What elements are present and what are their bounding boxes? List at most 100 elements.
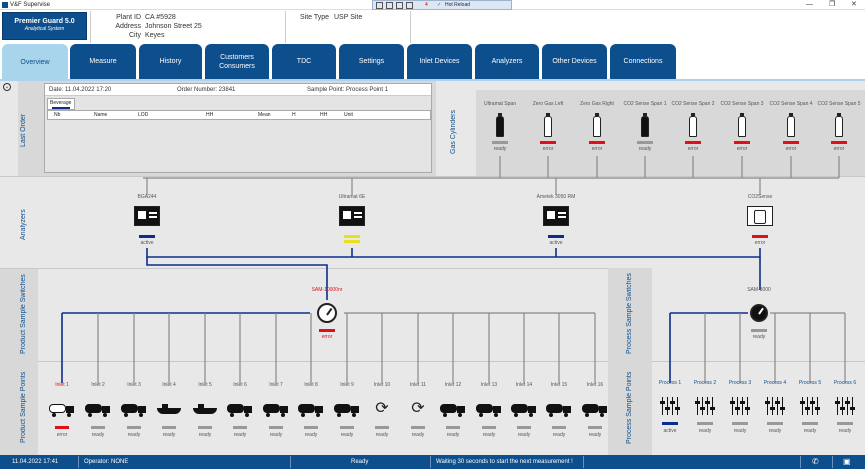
gas-cylinder-icon[interactable] xyxy=(496,113,504,137)
product-sample-point-status: ready xyxy=(127,432,141,438)
tractor-icon[interactable] xyxy=(227,399,253,419)
mixer-slider-icon[interactable] xyxy=(660,396,681,416)
gas-cylinder-status-indicator xyxy=(492,141,508,144)
gas-cylinder-status-indicator xyxy=(540,141,556,144)
process-sample-point-status-indicator xyxy=(767,422,783,425)
product-sample-point-label: Inlet 1 xyxy=(55,382,69,388)
analyzer-icon[interactable] xyxy=(747,206,773,226)
gas-cylinder-status: error xyxy=(687,146,699,152)
gas-cylinder-icon[interactable] xyxy=(689,113,697,137)
truck-icon[interactable] xyxy=(582,399,608,419)
product-sample-point-label: Inlet 5 xyxy=(198,382,212,388)
product-sample-point-label: Inlet 13 xyxy=(480,382,498,388)
product-sample-point-label: Inlet 14 xyxy=(515,382,533,388)
product-sample-point-status-indicator xyxy=(411,426,425,429)
train-icon[interactable] xyxy=(263,399,289,419)
process-sample-point-status-indicator xyxy=(732,422,748,425)
gas-cylinder-status-indicator xyxy=(589,141,605,144)
process-sample-point-status: ready xyxy=(698,428,712,434)
gas-cylinder-status-indicator xyxy=(685,141,701,144)
process-sample-point-status-indicator xyxy=(802,422,818,425)
analyzer-icon[interactable] xyxy=(134,206,160,226)
gas-cylinder-icon[interactable] xyxy=(593,113,601,137)
gas-cylinder-icon[interactable] xyxy=(738,113,746,137)
analyzer-status-indicator xyxy=(548,235,564,238)
analyzer-label: BGA244 xyxy=(137,194,157,200)
product-sample-point-label: Inlet 8 xyxy=(304,382,318,388)
truck-icon[interactable] xyxy=(85,399,111,419)
recycle-icon[interactable]: ⟳ xyxy=(405,399,431,419)
ship-icon[interactable] xyxy=(156,399,182,419)
analyzer-status: error xyxy=(754,240,766,246)
process-switch-status: ready xyxy=(752,334,766,340)
product-sample-point-status: ready xyxy=(233,432,247,438)
product-sample-point-label: Inlet 6 xyxy=(233,382,247,388)
process-switch-status-indicator xyxy=(751,329,767,332)
product-sample-point-status: ready xyxy=(517,432,531,438)
gas-cylinder-status: error xyxy=(591,146,603,152)
recycle-icon[interactable]: ⟳ xyxy=(369,399,395,419)
product-sample-point-status-indicator xyxy=(446,426,460,429)
gas-cylinder-status: ready xyxy=(493,146,507,152)
product-sample-point-status: ready xyxy=(340,432,354,438)
process-sample-point-status: active xyxy=(663,428,677,434)
status-state: Ready xyxy=(351,459,369,465)
mixer-slider-icon[interactable] xyxy=(800,396,821,416)
analyzer-icon[interactable] xyxy=(543,206,569,226)
tanker-truck-icon[interactable] xyxy=(298,399,324,419)
product-sample-point-status-indicator xyxy=(269,426,283,429)
analyzer-status-indicator xyxy=(139,235,155,238)
rotary-switch-icon[interactable] xyxy=(750,304,768,322)
tanker-truck-icon[interactable] xyxy=(49,399,75,419)
analyzer-label: Ultramat 6E xyxy=(338,194,366,200)
process-sample-point-label: Process 6 xyxy=(833,380,857,386)
gas-cylinder-icon[interactable] xyxy=(544,113,552,137)
product-sample-point-label: Inlet 2 xyxy=(91,382,105,388)
product-sample-point-status-indicator xyxy=(198,426,212,429)
product-sample-point-status-indicator xyxy=(233,426,247,429)
product-sample-point-status: ready xyxy=(482,432,496,438)
process-switch-label: SAM-3000 xyxy=(747,287,771,293)
truck-icon[interactable] xyxy=(440,399,466,419)
mixer-slider-icon[interactable] xyxy=(695,396,716,416)
truck-icon[interactable] xyxy=(546,399,572,419)
analyzer-icon[interactable] xyxy=(339,206,365,226)
gas-cylinder-status: error xyxy=(785,146,797,152)
product-sample-point-status: ready xyxy=(552,432,566,438)
process-sample-point-status-indicator xyxy=(837,422,853,425)
process-sample-point-label: Process 2 xyxy=(693,380,717,386)
product-switch-status-indicator xyxy=(319,329,335,332)
save-icon[interactable]: ▣ xyxy=(843,455,851,469)
gas-cylinder-icon[interactable] xyxy=(787,113,795,137)
product-sample-point-label: Inlet 9 xyxy=(340,382,354,388)
gas-cylinder-status: error xyxy=(833,146,845,152)
product-sample-point-label: Inlet 11 xyxy=(409,382,427,388)
gas-cylinder-icon[interactable] xyxy=(641,113,649,137)
gas-cylinder-label: Zero Gas Left xyxy=(532,101,564,107)
product-sample-point-status-indicator xyxy=(482,426,496,429)
product-switch-status: error xyxy=(321,334,333,340)
product-sample-point-label: Inlet 4 xyxy=(162,382,176,388)
product-sample-point-status-indicator xyxy=(588,426,602,429)
ship-icon[interactable] xyxy=(192,399,218,419)
process-sample-point-status: ready xyxy=(803,428,817,434)
product-sample-point-status-indicator xyxy=(55,426,69,429)
tanker-truck-icon[interactable] xyxy=(121,399,147,419)
gas-cylinder-status: ready xyxy=(638,146,652,152)
product-sample-point-status-indicator xyxy=(91,426,105,429)
truck-icon[interactable] xyxy=(476,399,502,419)
process-sample-point-status-indicator xyxy=(697,422,713,425)
process-sample-point-label: Process 3 xyxy=(728,380,752,386)
product-switch-label: SAM-10000nr xyxy=(311,287,343,293)
gas-cylinder-icon[interactable] xyxy=(835,113,843,137)
mixer-slider-icon[interactable] xyxy=(835,396,856,416)
mixer-slider-icon[interactable] xyxy=(730,396,751,416)
tanker-truck-icon[interactable] xyxy=(334,399,360,419)
phone-icon[interactable]: ✆ xyxy=(812,455,819,469)
gas-cylinder-status: error xyxy=(736,146,748,152)
rotary-switch-icon[interactable] xyxy=(317,303,337,323)
product-sample-point-label: Inlet 16 xyxy=(586,382,604,388)
truck-icon[interactable] xyxy=(511,399,537,419)
product-sample-point-status: ready xyxy=(91,432,105,438)
mixer-slider-icon[interactable] xyxy=(765,396,786,416)
